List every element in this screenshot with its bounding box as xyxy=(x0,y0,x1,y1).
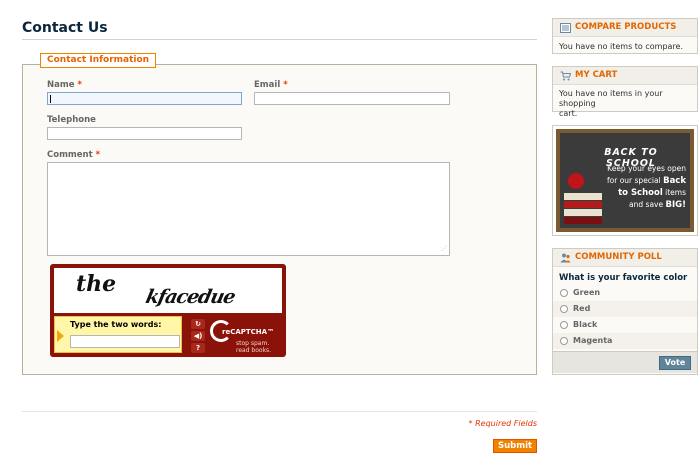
recaptcha-tagline: stop spam. read books. xyxy=(236,340,271,354)
promo-line-3: to School items xyxy=(594,187,686,199)
chalkboard-frame: BACK TO SCHOOL Keep your eyes open for o… xyxy=(556,129,694,232)
promo-line-2-bold: Back xyxy=(663,176,686,186)
apple-icon xyxy=(568,173,584,189)
promo-line-2-text: for our special xyxy=(607,176,661,185)
community-poll-block: COMMUNITY POLL What is your favorite col… xyxy=(552,248,698,375)
required-mark: * xyxy=(77,80,82,90)
cart-text-line-2: cart. xyxy=(559,109,578,118)
comment-label: Comment * xyxy=(47,150,100,160)
required-mark: * xyxy=(283,80,288,90)
block-header: COMPARE PRODUCTS xyxy=(553,19,697,37)
comment-label-text: Comment xyxy=(47,150,93,160)
promo-line-4: and save BIG! xyxy=(594,199,686,211)
help-icon[interactable]: ? xyxy=(191,343,205,353)
name-label-text: Name xyxy=(47,80,75,90)
captcha-word-2: kfacedue xyxy=(143,286,237,308)
poll-option-label[interactable]: Magenta xyxy=(573,336,612,345)
promo-text: Keep your eyes open for our special Back… xyxy=(594,163,686,211)
captcha-word-1: the xyxy=(76,271,117,297)
telephone-field[interactable] xyxy=(47,127,242,140)
radio-button[interactable] xyxy=(560,337,568,345)
promo-line-1: Keep your eyes open xyxy=(607,164,686,173)
email-label: Email * xyxy=(254,80,288,90)
community-poll-title: COMMUNITY POLL xyxy=(575,252,662,262)
telephone-label: Telephone xyxy=(47,115,96,125)
tagline-line-1: stop spam. xyxy=(236,340,270,347)
captcha-image: the kfacedue xyxy=(54,268,282,313)
poll-option[interactable]: Green xyxy=(553,285,697,301)
compare-products-block: COMPARE PRODUCTS You have no items to co… xyxy=(552,18,698,54)
audio-icon[interactable]: ◀) xyxy=(191,331,205,341)
poll-option[interactable]: Black xyxy=(553,317,697,333)
poll-option[interactable]: Red xyxy=(553,301,697,317)
cart-text-line-1: You have no items in your shopping xyxy=(559,89,663,108)
promo-line-3-text: items xyxy=(665,188,686,197)
recaptcha-name: reCAPTCHA™ xyxy=(222,328,275,336)
vote-button[interactable]: Vote xyxy=(659,356,691,370)
email-label-text: Email xyxy=(254,80,281,90)
fieldset-legend: Contact Information xyxy=(40,53,157,68)
required-mark: * xyxy=(95,150,101,160)
radio-button[interactable] xyxy=(560,305,568,313)
recaptcha-widget: the kfacedue Type the two words: ↻ ◀) ? … xyxy=(50,264,286,357)
promo-line-4-bold: BIG! xyxy=(665,200,687,210)
book-icon xyxy=(564,217,602,224)
my-cart-block: MY CART You have no items in your shoppi… xyxy=(552,66,698,118)
compare-empty-text: You have no items to compare. xyxy=(559,42,684,51)
poll-people-icon xyxy=(560,253,571,263)
arrow-icon xyxy=(57,330,64,342)
captcha-input[interactable] xyxy=(70,335,180,348)
poll-option[interactable]: Magenta xyxy=(553,333,697,349)
buttons-divider xyxy=(22,411,537,412)
tagline-line-2: read books. xyxy=(236,347,272,354)
cart-empty-text: You have no items in your shopping cart. xyxy=(559,89,697,119)
name-label: Name * xyxy=(47,80,82,90)
poll-option-label[interactable]: Black xyxy=(573,320,597,329)
captcha-response-panel: Type the two words: xyxy=(54,316,182,353)
captcha-prompt: Type the two words: xyxy=(70,320,162,329)
text-caret xyxy=(50,95,51,103)
cart-icon xyxy=(560,71,571,81)
my-cart-title: MY CART xyxy=(575,70,618,80)
block-header: MY CART xyxy=(553,67,697,85)
poll-option-label[interactable]: Red xyxy=(573,304,590,313)
back-to-school-banner[interactable]: BACK TO SCHOOL Keep your eyes open for o… xyxy=(552,125,698,236)
radio-button[interactable] xyxy=(560,289,568,297)
chalkboard: BACK TO SCHOOL Keep your eyes open for o… xyxy=(560,133,690,228)
title-divider xyxy=(22,39,537,40)
submit-button[interactable]: Submit xyxy=(493,439,537,453)
resize-grip-icon[interactable]: ⋰ xyxy=(441,245,535,461)
compare-products-title: COMPARE PRODUCTS xyxy=(575,22,677,32)
main-column: Contact Us Contact Information Name * Em… xyxy=(22,0,537,462)
required-fields-note: * Required Fields xyxy=(468,419,537,428)
comment-textarea[interactable] xyxy=(47,162,450,256)
poll-option-label[interactable]: Green xyxy=(573,288,600,297)
poll-question: What is your favorite color xyxy=(559,273,688,283)
recaptcha-logo: reCAPTCHA™ stop spam. read books. xyxy=(210,318,282,354)
compare-list-icon xyxy=(560,23,571,33)
poll-actions: Vote xyxy=(553,351,697,373)
radio-button[interactable] xyxy=(560,321,568,329)
promo-line-3-bold: to School xyxy=(618,188,663,198)
page-title: Contact Us xyxy=(22,20,108,36)
promo-line-2: for our special Back xyxy=(594,175,686,187)
promo-line-4-text: and save xyxy=(629,200,664,209)
email-field[interactable] xyxy=(254,92,450,105)
refresh-icon[interactable]: ↻ xyxy=(191,319,205,329)
block-header: COMMUNITY POLL xyxy=(553,249,697,267)
name-field[interactable] xyxy=(47,92,242,105)
